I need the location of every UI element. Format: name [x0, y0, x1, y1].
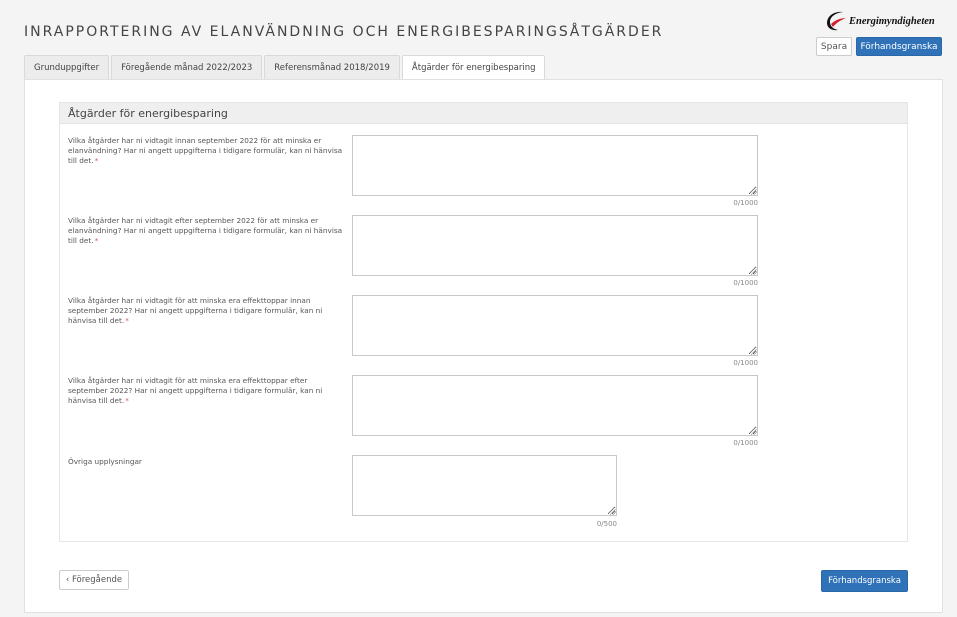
tab-atgarder[interactable]: Åtgärder för energibesparing: [401, 55, 546, 80]
energimyndigheten-logo: Energimyndigheten: [824, 9, 935, 33]
question-text-2: Vilka åtgärder har ni vidtagit efter sep…: [68, 216, 343, 245]
question-text-1: Vilka åtgärder har ni vidtagit innan sep…: [68, 136, 343, 165]
form-card: Åtgärder för energibesparing Vilka åtgär…: [24, 79, 943, 613]
textarea-before-sep-effekttoppar[interactable]: [352, 295, 758, 356]
section-panel: Åtgärder för energibesparing Vilka åtgär…: [59, 102, 908, 542]
question-label-3: Vilka åtgärder har ni vidtagit för att m…: [68, 296, 348, 326]
char-counter-5: 0/500: [596, 520, 617, 528]
question-text-3: Vilka åtgärder har ni vidtagit för att m…: [68, 296, 323, 325]
required-marker: *: [94, 156, 99, 165]
char-counter-4: 0/1000: [733, 439, 758, 447]
energimyndigheten-swoosh-icon: [827, 11, 846, 31]
textarea-ovriga-upplysningar[interactable]: [352, 455, 617, 516]
preview-button-bottom[interactable]: Förhandsgranska: [821, 570, 908, 592]
char-counter-1: 0/1000: [733, 199, 758, 207]
page-title: INRAPPORTERING AV ELANVÄNDNING OCH ENERG…: [24, 24, 664, 40]
required-marker: *: [94, 236, 99, 245]
textarea-after-sep-elanvandning[interactable]: [352, 215, 758, 276]
char-counter-3: 0/1000: [733, 359, 758, 367]
tab-referensmanad[interactable]: Referensmånad 2018/2019: [264, 55, 400, 79]
previous-button[interactable]: ‹ Föregående: [59, 570, 129, 590]
question-label-5: Övriga upplysningar: [68, 457, 348, 467]
tab-foregaende-manad[interactable]: Föregående månad 2022/2023: [111, 55, 263, 79]
char-counter-2: 0/1000: [733, 279, 758, 287]
save-button[interactable]: Spara: [816, 37, 852, 56]
logo-text: Energimyndigheten: [849, 15, 935, 27]
question-text-5: Övriga upplysningar: [68, 457, 142, 466]
required-marker: *: [125, 316, 129, 325]
textarea-after-sep-effekttoppar[interactable]: [352, 375, 758, 436]
form-tabs: Grunduppgifter Föregående månad 2022/202…: [24, 55, 547, 80]
question-label-4: Vilka åtgärder har ni vidtagit för att m…: [68, 376, 348, 406]
question-label-2: Vilka åtgärder har ni vidtagit efter sep…: [68, 216, 348, 246]
question-text-4: Vilka åtgärder har ni vidtagit för att m…: [68, 376, 323, 405]
question-label-1: Vilka åtgärder har ni vidtagit innan sep…: [68, 136, 348, 166]
preview-button-top[interactable]: Förhandsgranska: [856, 37, 942, 56]
section-title: Åtgärder för energibesparing: [60, 103, 907, 124]
tab-grunduppgifter[interactable]: Grunduppgifter: [24, 55, 110, 79]
required-marker: *: [125, 396, 129, 405]
textarea-before-sep-elanvandning[interactable]: [352, 135, 758, 196]
